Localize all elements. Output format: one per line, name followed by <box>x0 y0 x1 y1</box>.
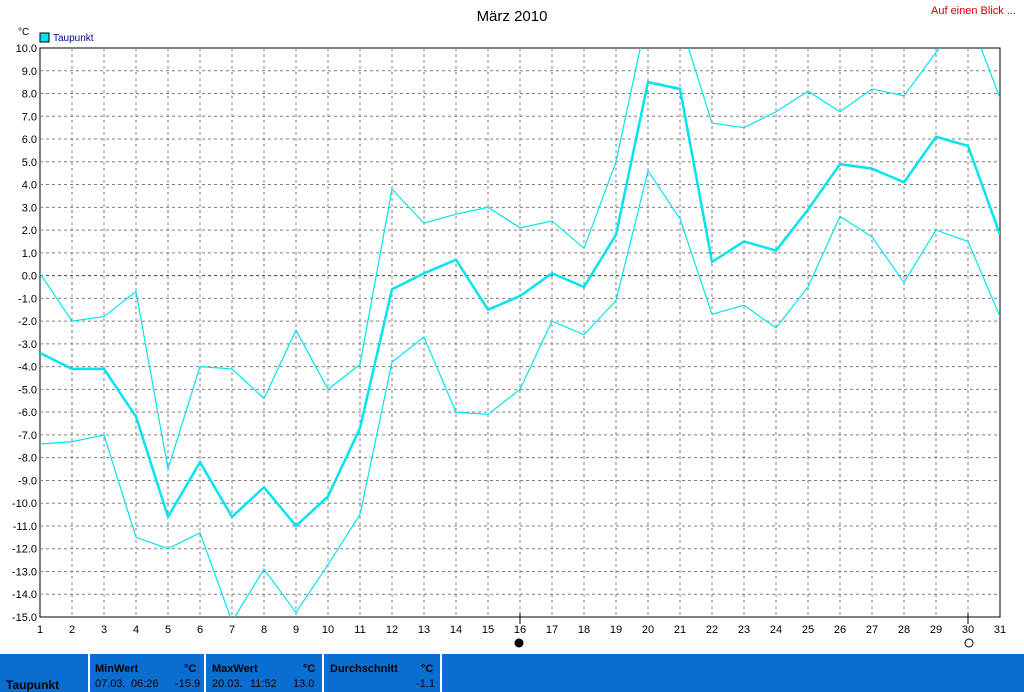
x-tick-label: 13 <box>418 624 430 636</box>
y-axis-unit: °C <box>18 27 29 38</box>
x-tick-labels: 1 2 3 4 5 6 7 8 9 10 11 12 13 14 15 16 17 18 19 20 21 22 23 24 2… <box>37 624 1006 636</box>
avg-value: -1.1 <box>416 678 435 690</box>
x-tick-label: 2 <box>69 624 75 636</box>
y-tick-label: 3.0 <box>22 202 37 214</box>
y-tick-label: -15.0 <box>12 612 37 624</box>
y-tick-label: -12.0 <box>12 544 37 556</box>
x-tick-label: 10 <box>322 624 334 636</box>
min-unit: °C <box>184 663 197 675</box>
y-tick-label: 5.0 <box>22 157 37 169</box>
legend: Taupunkt <box>39 32 94 44</box>
x-tick-label: 22 <box>706 624 718 636</box>
max-date: 20.03. <box>212 678 243 690</box>
x-tick-label: 1 <box>37 624 43 636</box>
legend-swatch <box>39 32 50 43</box>
x-tick-label: 15 <box>482 624 494 636</box>
legend-label: Taupunkt <box>53 33 94 44</box>
y-tick-label: -9.0 <box>18 475 37 487</box>
y-tick-label: 9.0 <box>22 66 37 78</box>
x-tick-label: 27 <box>866 624 878 636</box>
grid <box>39 47 1001 618</box>
y-tick-label: 8.0 <box>22 89 37 101</box>
x-tick-label: 20 <box>642 624 654 636</box>
y-tick-labels: 10.0 9.0 8.0 7.0 6.0 5.0 4.0 3.0 2.0 1.0 0.0 -1.0 -2… <box>12 43 37 624</box>
chart-title: März 2010 <box>477 8 548 25</box>
y-tick-label: 2.0 <box>22 225 37 237</box>
x-tick-label: 30 <box>962 624 974 636</box>
max-time: 11:52 <box>250 678 277 690</box>
x-tick-label: 25 <box>802 624 814 636</box>
y-tick-label: -4.0 <box>18 362 37 374</box>
min-value: -15.9 <box>175 678 201 690</box>
stats-footer: Taupunkt MinWert °C 07.03. 06:26 -15.9 M… <box>0 654 1024 692</box>
y-tick-label: -14.0 <box>12 589 37 601</box>
x-tick-label: 5 <box>165 624 171 636</box>
y-tick-label: -11.0 <box>13 521 37 533</box>
x-tick-label: 21 <box>674 624 686 636</box>
x-tick-label: 28 <box>898 624 910 636</box>
avg-title: Durchschnitt <box>330 663 398 675</box>
y-tick-label: -6.0 <box>18 407 37 419</box>
max-title: MaxWert <box>212 663 258 675</box>
x-tick-label: 31 <box>994 624 1006 636</box>
x-tick-label: 8 <box>261 624 267 636</box>
x-tick-label: 4 <box>133 624 139 636</box>
min-time: 06:26 <box>131 678 159 690</box>
y-tick-label: -8.0 <box>18 453 37 465</box>
y-tick-label: 1.0 <box>22 248 37 260</box>
x-tick-label: 9 <box>293 624 299 636</box>
x-tick-label: 23 <box>738 624 750 636</box>
x-tick-label: 17 <box>546 624 558 636</box>
y-tick-label: 10.0 <box>16 43 37 55</box>
x-tick-label: 19 <box>610 624 622 636</box>
min-date: 07.03. <box>95 678 126 690</box>
x-tick-label: 14 <box>450 624 462 636</box>
x-tick-label: 6 <box>197 624 203 636</box>
y-tick-label: -1.0 <box>18 293 37 305</box>
y-tick-label: -10.0 <box>12 498 37 510</box>
stats-row-label: Taupunkt <box>6 678 60 692</box>
y-tick-label: -5.0 <box>18 384 37 396</box>
new-moon-icon <box>514 638 524 648</box>
y-tick-label: 4.0 <box>22 180 37 192</box>
y-tick-label: -13.0 <box>12 566 37 578</box>
y-tick-label: 0.0 <box>22 271 37 283</box>
min-title: MinWert <box>95 663 139 675</box>
y-tick-label: -2.0 <box>18 316 37 328</box>
y-tick-label: 7.0 <box>22 111 37 123</box>
full-moon-icon <box>964 638 974 648</box>
y-tick-label: -3.0 <box>18 339 37 351</box>
max-value: 13.0 <box>293 678 315 690</box>
x-tick-label: 24 <box>770 624 782 636</box>
x-tick-label: 29 <box>930 624 942 636</box>
series-line-mean <box>40 80 1000 528</box>
dewpoint-chart: März 2010 °C Taupunkt 10.09.08.07.06.05.… <box>12 8 1006 648</box>
x-tick-label: 7 <box>229 624 235 636</box>
max-unit: °C <box>303 663 316 675</box>
overview-link[interactable]: Auf einen Blick ... <box>931 5 1016 17</box>
x-tick-label: 3 <box>101 624 107 636</box>
x-tick-label: 18 <box>578 624 590 636</box>
x-tick-label: 16 <box>514 624 526 636</box>
y-tick-label: 6.0 <box>22 134 37 146</box>
x-tick-label: 12 <box>386 624 398 636</box>
avg-unit: °C <box>421 663 434 675</box>
x-tick-label: 26 <box>834 624 846 636</box>
x-tick-label: 11 <box>354 624 365 636</box>
y-tick-label: -7.0 <box>18 430 37 442</box>
